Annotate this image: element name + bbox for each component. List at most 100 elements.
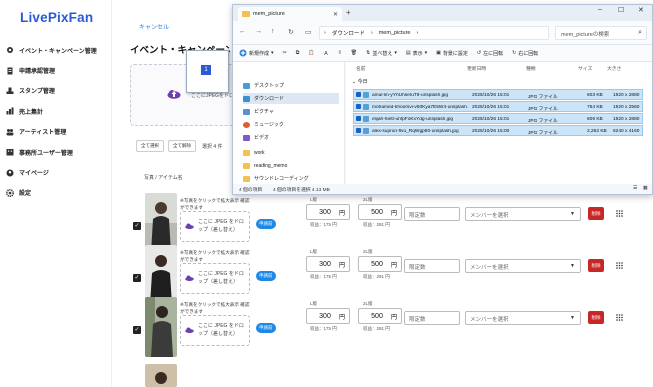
delete-button[interactable]: 削除: [588, 207, 604, 220]
row-checkbox[interactable]: ✓: [133, 222, 141, 230]
rotate-left-button[interactable]: ↺ 左に回転: [477, 50, 503, 57]
l-price-input[interactable]: 300 円: [306, 256, 350, 272]
rename-icon[interactable]: Ａ: [324, 50, 329, 57]
photo-thumbnail[interactable]: [145, 245, 177, 305]
refresh-icon[interactable]: ↻: [288, 28, 294, 36]
drag-handle-icon[interactable]: [616, 262, 623, 269]
forward-icon[interactable]: →: [255, 28, 262, 35]
tiles-view-icon[interactable]: ▦: [643, 186, 648, 191]
rotate-right-button[interactable]: ↻ 右に回転: [512, 50, 538, 57]
2l-price-input[interactable]: 500 円: [358, 308, 402, 324]
breadcrumb[interactable]: › ダウンロード › mem_picture ›: [319, 26, 549, 40]
delete-icon[interactable]: 🗑: [351, 50, 357, 56]
close-tab-icon[interactable]: ✕: [333, 11, 338, 18]
bar-chart-icon: [6, 107, 14, 115]
limit-input[interactable]: 限定数: [404, 311, 460, 325]
sidebar-item-approvals[interactable]: 申請承認管理: [0, 60, 112, 80]
sidebar-item-artists[interactable]: アーティスト管理: [0, 122, 112, 142]
sidebar-item-settings[interactable]: 設定: [0, 183, 112, 203]
deselect-all-button[interactable]: 全て解除: [168, 140, 196, 152]
sort-button[interactable]: ⇅ 並べ替え ▾: [366, 50, 397, 57]
member-select[interactable]: メンバーを選択 ▼: [465, 311, 581, 325]
explorer-tab[interactable]: mem_picture ✕: [238, 7, 342, 21]
monitor-icon[interactable]: ▭: [305, 28, 312, 36]
nav-item-downloads[interactable]: ダウンロード: [243, 93, 339, 104]
photo-thumbnail[interactable]: [145, 364, 177, 387]
replace-dropbox[interactable]: ここに JPEG をドロップ（差し替え）: [180, 315, 250, 346]
new-button-label: 新規作成: [249, 50, 270, 57]
photo-thumbnail[interactable]: [145, 297, 177, 357]
nav-item-pictures[interactable]: ピクチャ: [243, 106, 339, 117]
file-dimensions: 1920 x 2560: [613, 104, 640, 110]
cut-icon[interactable]: ✂: [283, 50, 287, 56]
maximize-button[interactable]: ☐: [618, 6, 624, 14]
nav-item-desktop[interactable]: デスクトップ: [243, 80, 339, 91]
sidebar-item-office-users[interactable]: 事務所ユーザー管理: [0, 142, 112, 162]
sidebar-item-mypage[interactable]: マイページ: [0, 162, 112, 182]
delete-button[interactable]: 削除: [588, 311, 604, 324]
2l-price-input[interactable]: 500 円: [358, 256, 402, 272]
nav-item-videos[interactable]: ビデオ: [243, 132, 339, 143]
photo-thumbnail[interactable]: [145, 193, 177, 253]
back-icon[interactable]: ←: [239, 28, 246, 35]
file-dimensions: 6240 x 4160: [613, 128, 640, 134]
cloud-upload-icon: [167, 90, 181, 99]
column-header-size[interactable]: サイズ: [578, 65, 592, 72]
paste-icon[interactable]: 📋: [308, 50, 314, 56]
replace-dropbox[interactable]: ここに JPEG をドロップ（差し替え）: [180, 263, 250, 294]
details-view-icon[interactable]: ☰: [633, 186, 637, 191]
sidebar-item-label: 売上集計: [19, 109, 44, 116]
file-row[interactable]: elijah-hiett-unfpFoKxYdg-unsplash.jpg 20…: [353, 113, 643, 124]
breadcrumb-item[interactable]: mem_picture: [379, 30, 411, 36]
l-price-input[interactable]: 300 円: [306, 308, 350, 324]
replace-dropbox[interactable]: ここに JPEG をドロップ（差し替え）: [180, 211, 250, 242]
sidebar-item-stamps[interactable]: スタンプ管理: [0, 81, 112, 101]
table-row: [130, 364, 650, 387]
file-row[interactable]: amul-lin-yYhUhseIuT8-unsplash.jpg 2025/1…: [353, 89, 643, 100]
select-all-button[interactable]: 全て選択: [136, 140, 164, 152]
file-row[interactable]: alex-suprun-flvu_RqWgp80-unsplash.jpg 20…: [353, 125, 643, 136]
view-button[interactable]: ▤ 表示 ▾: [406, 50, 427, 57]
column-header-dimensions[interactable]: 大きさ: [607, 65, 621, 72]
sidebar-item-events[interactable]: イベント・キャンペーン管理: [0, 40, 112, 60]
nav-item-work[interactable]: work: [243, 147, 339, 158]
breadcrumb-item[interactable]: ダウンロード: [332, 29, 365, 37]
member-select[interactable]: メンバーを選択 ▼: [465, 259, 581, 273]
drag-handle-icon[interactable]: [616, 314, 623, 321]
sidebar: LivePixFan イベント・キャンペーン管理 申請承認管理 スタンプ管理 売…: [0, 0, 112, 387]
file-row[interactable]: mohamed-khoorsvi-v50Kya7E5W4-unsplash.jp…: [353, 101, 643, 112]
sidebar-item-sales[interactable]: 売上集計: [0, 101, 112, 121]
nav-item-music[interactable]: ミュージック: [243, 119, 339, 130]
new-tab-icon[interactable]: +: [346, 8, 351, 17]
l-price-unit: 円: [338, 210, 345, 217]
file-checkbox[interactable]: [356, 116, 361, 121]
share-icon[interactable]: ⇪: [338, 50, 342, 56]
selected-count: 選択 4 件: [202, 143, 223, 150]
close-window-button[interactable]: ✕: [638, 6, 644, 14]
nav-item-sound-recording[interactable]: サウンドレコーディング: [243, 173, 339, 184]
delete-button[interactable]: 削除: [588, 259, 604, 272]
file-checkbox[interactable]: [356, 128, 361, 133]
row-checkbox[interactable]: ✓: [133, 274, 141, 282]
column-header-name[interactable]: 名前: [356, 65, 366, 72]
column-header-date[interactable]: 更新日時: [467, 65, 486, 72]
2l-price-input[interactable]: 500 円: [358, 204, 402, 220]
column-header-type[interactable]: 種類: [526, 65, 536, 72]
up-icon[interactable]: ↑: [271, 28, 275, 35]
sort-icon: ⇅: [366, 50, 371, 56]
row-checkbox[interactable]: ✓: [133, 326, 141, 334]
file-checkbox[interactable]: [356, 104, 361, 109]
set-background-button[interactable]: ▣ 背景に設定: [436, 50, 468, 57]
cancel-link[interactable]: キャンセル: [139, 22, 169, 31]
limit-input[interactable]: 限定数: [404, 259, 460, 273]
search-input[interactable]: mem_pictureの検索 ⌕: [555, 26, 647, 40]
file-checkbox[interactable]: [356, 92, 361, 97]
nav-item-reading-memo[interactable]: reading_memo: [243, 160, 339, 171]
new-button[interactable]: 新規作成 ▾: [239, 49, 274, 57]
limit-input[interactable]: 限定数: [404, 207, 460, 221]
copy-icon[interactable]: ⧉: [296, 50, 300, 56]
drag-handle-icon[interactable]: [616, 210, 623, 217]
member-select[interactable]: メンバーを選択 ▼: [465, 207, 581, 221]
minimize-button[interactable]: –: [598, 6, 602, 13]
l-price-input[interactable]: 300 円: [306, 204, 350, 220]
